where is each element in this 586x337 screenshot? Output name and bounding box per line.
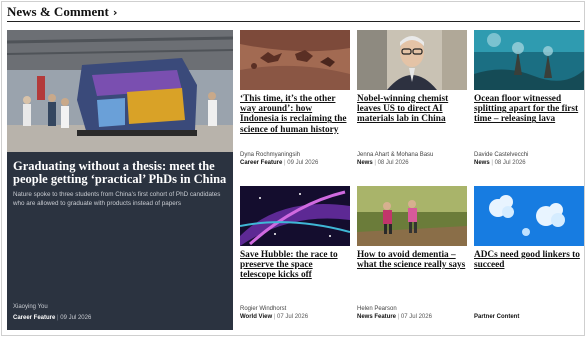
lead-story-type: Career Feature — [13, 315, 56, 321]
section-divider — [7, 21, 580, 22]
article-date: 07 Jul 2026 — [277, 314, 309, 320]
article-title[interactable]: Ocean floor witnessed splitting apart fo… — [474, 94, 584, 125]
article-meta: Helen Pearson News Feature | 07 Jul 2026 — [357, 305, 432, 321]
lead-story-title[interactable]: Graduating without a thesis: meet the pe… — [13, 160, 227, 186]
article-image[interactable] — [357, 30, 467, 90]
meta-separator: | — [57, 315, 59, 321]
article-image[interactable] — [240, 30, 350, 90]
article-author: Davide Castelvecchi — [474, 152, 529, 158]
lead-story[interactable]: Graduating without a thesis: meet the pe… — [7, 30, 233, 330]
article-author: Helen Pearson — [357, 306, 397, 312]
lead-story-image[interactable] — [7, 30, 233, 152]
article-date: 08 Jul 2026 — [377, 160, 409, 166]
article-type: Career Feature — [240, 160, 283, 166]
article-date: 09 Jul 2026 — [287, 160, 319, 166]
meta-separator: | — [374, 160, 376, 166]
article-type: News Feature — [357, 314, 397, 320]
meta-separator: | — [284, 160, 286, 166]
article-meta: Jenna Ahart & Mohana Basu News | 08 Jul … — [357, 151, 433, 167]
article-meta: Dyna Rochmyaningsih Career Feature | 09 … — [240, 151, 318, 167]
article-title[interactable]: Save Hubble: the race to preserve the sp… — [240, 250, 350, 281]
article-author: Dyna Rochmyaningsih — [240, 152, 301, 158]
article-type: News — [474, 160, 490, 166]
article-card[interactable]: ADCs need good linkers to succeed Partne… — [474, 186, 584, 330]
article-author: Rogier Windhorst — [240, 306, 287, 312]
lead-story-date: 09 Jul 2026 — [60, 315, 92, 321]
article-date: 08 Jul 2026 — [494, 160, 526, 166]
article-image[interactable] — [357, 186, 467, 246]
chevron-right-icon[interactable]: › — [113, 6, 118, 19]
article-date: 07 Jul 2026 — [400, 314, 432, 320]
article-card[interactable]: How to avoid dementia – what the science… — [357, 186, 467, 330]
article-author: Jenna Ahart & Mohana Basu — [357, 152, 434, 158]
lead-story-standfirst: Nature spoke to three students from Chin… — [13, 191, 221, 207]
article-title[interactable]: ADCs need good linkers to succeed — [474, 250, 584, 270]
meta-separator: | — [273, 314, 276, 320]
article-image[interactable] — [240, 186, 350, 246]
meta-separator: | — [491, 160, 493, 166]
article-meta: Davide Castelvecchi News | 08 Jul 2026 — [474, 151, 528, 167]
lead-story-author: Xiaoying You — [13, 304, 48, 310]
article-title[interactable]: ‘This time, it’s the other way around’: … — [240, 94, 350, 135]
article-type: News — [357, 160, 373, 166]
section-header[interactable]: News & Comment › — [7, 3, 117, 21]
article-meta: Rogier Windhorst World View | 07 Jul 202… — [240, 305, 308, 321]
section-title[interactable]: News & Comment — [7, 4, 109, 20]
meta-separator: | — [397, 314, 400, 320]
article-title[interactable]: Nobel-winning chemist leaves US to direc… — [357, 94, 467, 125]
article-type: World View — [240, 314, 273, 320]
article-card[interactable]: ‘This time, it’s the other way around’: … — [240, 30, 350, 180]
article-type: Partner Content — [474, 314, 520, 320]
article-image[interactable] — [474, 30, 584, 90]
article-meta: Partner Content — [474, 313, 519, 321]
lead-story-meta: Xiaoying You Career Feature | 09 Jul 202… — [13, 303, 91, 322]
article-card[interactable]: Save Hubble: the race to preserve the sp… — [240, 186, 350, 330]
article-title[interactable]: How to avoid dementia – what the science… — [357, 250, 467, 270]
article-image[interactable] — [474, 186, 584, 246]
article-card[interactable]: Nobel-winning chemist leaves US to direc… — [357, 30, 467, 180]
article-card[interactable]: Ocean floor witnessed splitting apart fo… — [474, 30, 584, 180]
